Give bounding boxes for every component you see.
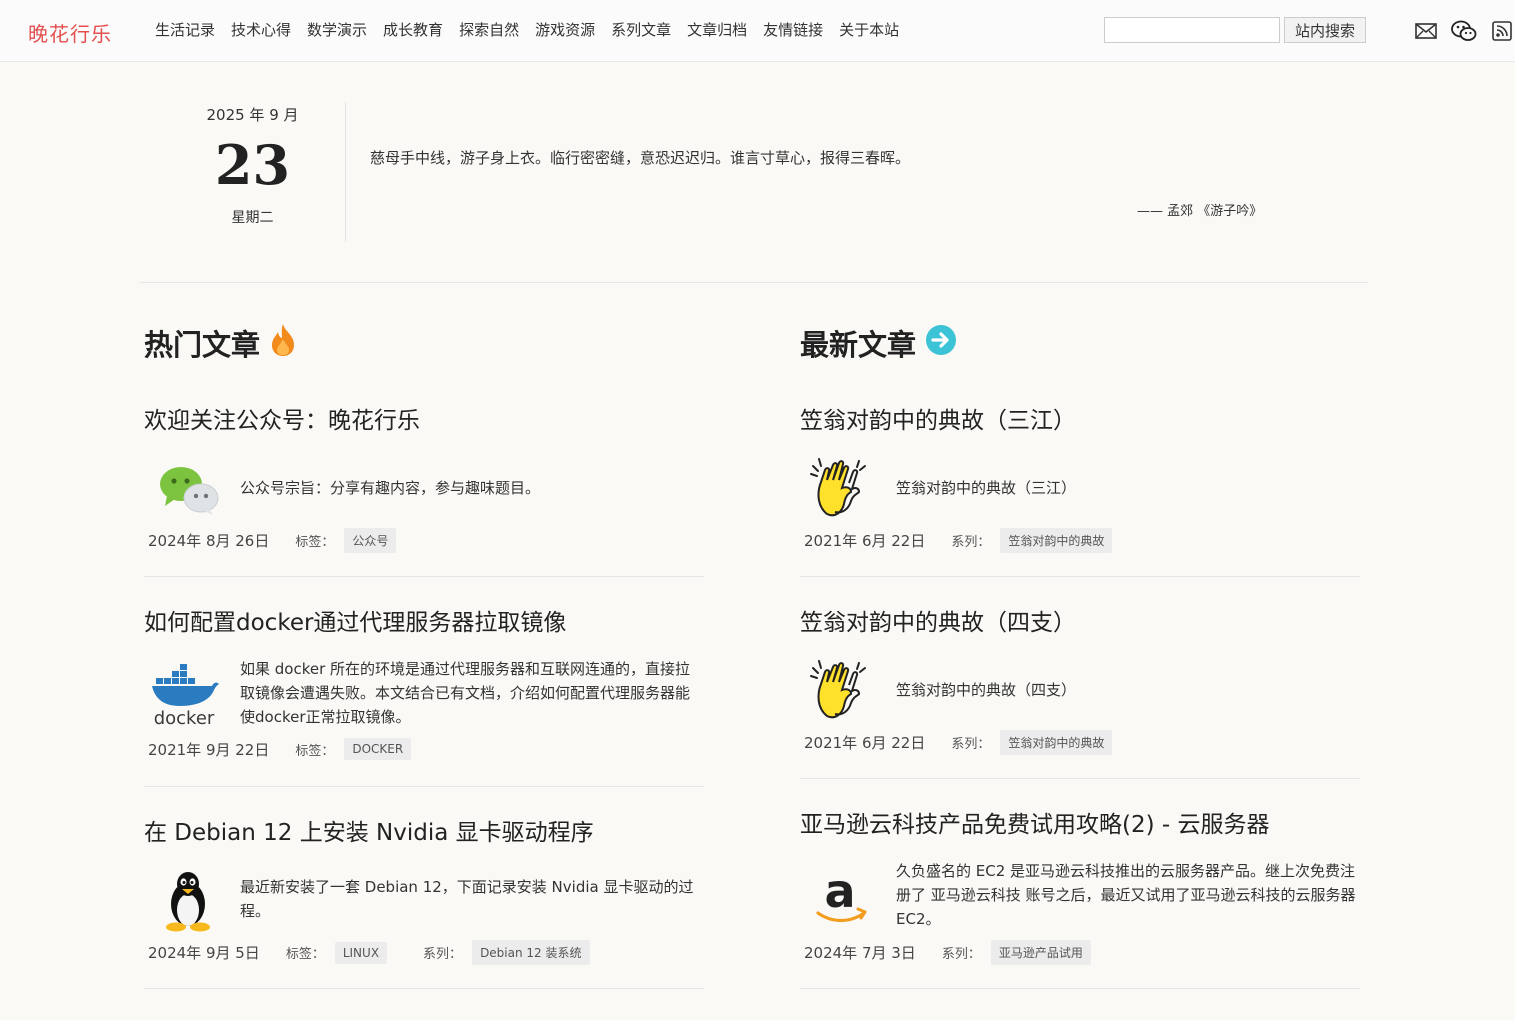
wechat-icon[interactable]	[1451, 19, 1477, 43]
latest-articles-title: 最新文章	[800, 328, 917, 362]
hot-article-3-excerpt: 最近新安装了一套 Debian 12，下面记录安装 Nvidia 显卡驱动的过程…	[240, 878, 694, 920]
nav-item-tech[interactable]: 技术心得	[231, 19, 291, 40]
hot-articles-title: 热门文章	[144, 328, 261, 362]
latest-article-2-title[interactable]: 笠翁对韵中的典故（四支）	[800, 603, 1076, 637]
tag-badge[interactable]: 公众号	[344, 528, 397, 553]
series-badge[interactable]: 笠翁对韵中的典故	[1000, 730, 1113, 755]
site-logo[interactable]: 晚花行乐	[28, 18, 112, 47]
mail-icon[interactable]	[1415, 19, 1437, 43]
wechat-thumb-icon	[148, 453, 228, 523]
nav-item-life[interactable]: 生活记录	[155, 19, 215, 40]
latest-article-3-title[interactable]: 亚马逊云科技产品免费试用攻略(2) - 云服务器	[800, 805, 1270, 839]
series-badge[interactable]: 亚马逊产品试用	[990, 940, 1091, 965]
section-divider	[140, 282, 1368, 283]
series-badge[interactable]: 笠翁对韵中的典故	[1000, 528, 1113, 553]
latest-article-1-title[interactable]: 笠翁对韵中的典故（三江）	[800, 401, 1076, 435]
date-weekday: 星期二	[231, 210, 274, 226]
date-divider	[345, 102, 346, 242]
series-badge[interactable]: Debian 12 装系统	[472, 940, 590, 965]
hot-article-2-meta: 2021年 9月 22日 标签： DOCKER	[148, 738, 412, 760]
date-widget: 2025 年 9 月 23 星期二	[165, 100, 340, 227]
clapping-hands-icon	[804, 453, 874, 523]
hot-articles-heading: 热门文章	[144, 322, 296, 364]
latest-article-3-meta: 2024年 7月 3日 系列： 亚马逊产品试用	[804, 940, 1091, 965]
nav-item-education[interactable]: 成长教育	[383, 19, 443, 40]
series-label: 系列：	[951, 535, 991, 550]
date-day: 23	[214, 133, 291, 197]
nav-item-games[interactable]: 游戏资源	[535, 19, 595, 40]
nav-item-about[interactable]: 关于本站	[839, 19, 899, 40]
amazon-logo-icon: a	[804, 862, 876, 932]
series-label: 系列：	[941, 947, 981, 962]
hot-article-3-title[interactable]: 在 Debian 12 上安装 Nvidia 显卡驱动程序	[144, 813, 594, 847]
series-label: 系列：	[951, 737, 991, 752]
search-input[interactable]	[1104, 17, 1280, 43]
quote-text: 慈母手中线，游子身上衣。临行密密缝，意恐迟迟归。谁言寸草心，报得三春晖。	[370, 149, 911, 167]
top-header: 晚花行乐 生活记录 技术心得 数学演示 成长教育 探索自然 游戏资源 系列文章 …	[0, 0, 1515, 62]
tag-label: 标签：	[295, 535, 335, 550]
article-divider	[800, 988, 1360, 989]
nav-item-archive[interactable]: 文章归档	[687, 19, 747, 40]
linux-penguin-icon	[148, 866, 228, 936]
nav-item-links[interactable]: 友情链接	[763, 19, 823, 40]
tag-label: 标签：	[295, 743, 335, 759]
hot-article-2-excerpt: 如果 docker 所在的环境是通过代理服务器和互联网连通的，直接拉取镜像会遭遇…	[240, 660, 691, 726]
hot-article-3-meta: 2024年 9月 5日 标签： LINUX 系列： Debian 12 装系统	[148, 940, 590, 965]
article-divider	[144, 988, 704, 989]
article-date: 2024年 9月 5日	[148, 944, 260, 962]
docker-logo-text: docker	[154, 708, 215, 728]
arrow-right-circle-icon	[926, 324, 957, 362]
article-date: 2021年 6月 22日	[804, 734, 926, 752]
article-divider	[144, 576, 704, 577]
article-divider	[800, 778, 1360, 779]
hot-article-1-excerpt: 公众号宗旨：分享有趣内容，参与趣味题目。	[240, 479, 541, 497]
nav-item-series[interactable]: 系列文章	[611, 19, 671, 40]
fire-icon	[270, 323, 296, 364]
article-date: 2021年 9月 22日	[148, 740, 270, 759]
latest-article-1-meta: 2021年 6月 22日 系列： 笠翁对韵中的典故	[804, 528, 1113, 553]
amazon-logo-letter: a	[824, 865, 855, 918]
clapping-hands-icon	[804, 655, 874, 725]
article-date: 2021年 6月 22日	[804, 532, 926, 550]
latest-article-2-excerpt: 笠翁对韵中的典故（四支）	[896, 681, 1077, 699]
tag-badge[interactable]: DOCKER	[344, 738, 412, 760]
nav-item-math[interactable]: 数学演示	[307, 19, 367, 40]
hot-article-2-title[interactable]: 如何配置docker通过代理服务器拉取镜像	[144, 603, 566, 637]
date-year-month: 2025 年 9 月	[206, 106, 299, 124]
rss-icon[interactable]	[1491, 19, 1513, 43]
quote-source: —— 孟郊 《游子吟》	[1137, 204, 1263, 219]
latest-article-1-excerpt: 笠翁对韵中的典故（三江）	[896, 479, 1077, 497]
series-label: 系列：	[423, 947, 463, 962]
latest-article-3-excerpt: 久负盛名的 EC2 是亚马逊云科技推出的云服务器产品。继上次免费注册了 亚马逊云…	[896, 862, 1356, 928]
article-divider	[800, 576, 1360, 577]
main-nav: 生活记录 技术心得 数学演示 成长教育 探索自然 游戏资源 系列文章 文章归档 …	[155, 19, 899, 40]
docker-logo-icon: docker	[146, 660, 222, 730]
tag-label: 标签：	[285, 947, 325, 962]
article-date: 2024年 8月 26日	[148, 532, 270, 550]
search-button[interactable]: 站内搜索	[1284, 17, 1366, 43]
article-date: 2024年 7月 3日	[804, 944, 916, 962]
nav-item-nature[interactable]: 探索自然	[459, 19, 519, 40]
tag-badge[interactable]: LINUX	[334, 941, 388, 964]
hot-article-1-meta: 2024年 8月 26日 标签： 公众号	[148, 528, 397, 553]
latest-articles-heading: 最新文章	[800, 322, 957, 364]
article-divider	[144, 786, 704, 787]
latest-article-2-meta: 2021年 6月 22日 系列： 笠翁对韵中的典故	[804, 730, 1113, 755]
hot-article-1-title[interactable]: 欢迎关注公众号：晚花行乐	[144, 401, 420, 435]
